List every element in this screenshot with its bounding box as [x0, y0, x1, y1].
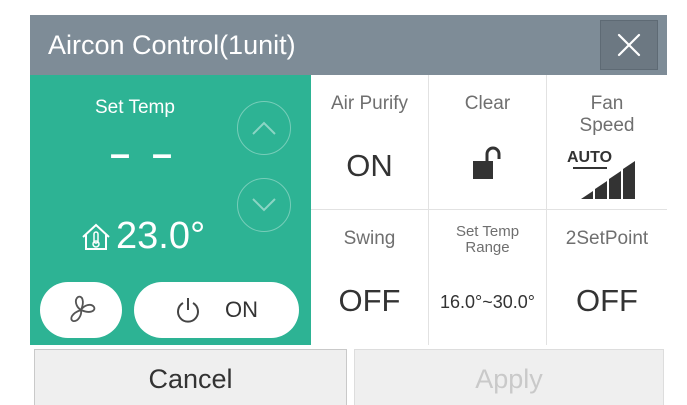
set-temp-range-cell[interactable]: Set Temp Range 16.0°~30.0°: [429, 210, 547, 345]
set-temp-range-label-line1: Set Temp: [455, 223, 520, 240]
two-setpoint-label: 2SetPoint: [565, 228, 649, 249]
temp-down-button[interactable]: [237, 178, 291, 232]
function-grid: Air Purify ON Clear Fan Speed AUTO Swing…: [311, 75, 667, 345]
cancel-button[interactable]: Cancel: [34, 349, 347, 405]
set-temp-range-label-line2: Range: [465, 239, 510, 256]
chevron-down-icon: [252, 198, 276, 212]
swing-value: OFF: [338, 283, 401, 318]
swing-cell[interactable]: Swing OFF: [311, 210, 429, 345]
fan-speed-label-line1: Fan: [590, 93, 624, 114]
chevron-up-icon: [252, 121, 276, 135]
close-button[interactable]: [600, 20, 658, 70]
set-temp-panel: Set Temp – – 23.0° ON: [30, 75, 311, 345]
fan-mode-button[interactable]: [40, 282, 122, 338]
dialog-footer: Cancel Apply: [30, 345, 667, 405]
house-thermometer-icon: [82, 223, 110, 250]
fan-icon: [70, 295, 96, 322]
air-purify-cell[interactable]: Air Purify ON: [311, 75, 429, 210]
two-setpoint-value: OFF: [576, 283, 638, 318]
dialog-header: Aircon Control(1unit): [30, 15, 667, 75]
fan-speed-cell[interactable]: Fan Speed AUTO: [547, 75, 667, 210]
two-setpoint-cell[interactable]: 2SetPoint OFF: [547, 210, 667, 345]
dialog-title: Aircon Control(1unit): [48, 30, 296, 60]
aircon-control-dialog: Aircon Control(1unit) Set Temp – – 23.0°…: [30, 15, 667, 405]
apply-button[interactable]: Apply: [354, 349, 664, 405]
set-temp-value: – –: [110, 133, 179, 174]
clear-label: Clear: [464, 93, 511, 114]
air-purify-value: ON: [346, 148, 393, 183]
clear-cell[interactable]: Clear: [429, 75, 547, 210]
unlock-icon: [473, 146, 501, 179]
fan-speed-label-line2: Speed: [579, 115, 635, 136]
set-temp-range-label: Set Temp Range: [429, 224, 546, 256]
close-icon: [617, 33, 641, 57]
power-icon: [177, 298, 199, 323]
room-temp-value: 23.0°: [116, 215, 206, 257]
temp-up-button[interactable]: [237, 101, 291, 155]
air-purify-label: Air Purify: [330, 93, 409, 114]
swing-label: Swing: [343, 228, 396, 249]
fan-speed-label: Fan Speed: [547, 93, 667, 137]
fan-speed-bars-icon: AUTO: [567, 149, 643, 199]
set-temp-range-value: 16.0°~30.0°: [440, 292, 535, 312]
room-temp: 23.0°: [80, 215, 205, 258]
power-button[interactable]: ON: [134, 282, 299, 338]
set-temp-label: Set Temp: [95, 97, 175, 118]
power-state: ON: [225, 297, 258, 322]
